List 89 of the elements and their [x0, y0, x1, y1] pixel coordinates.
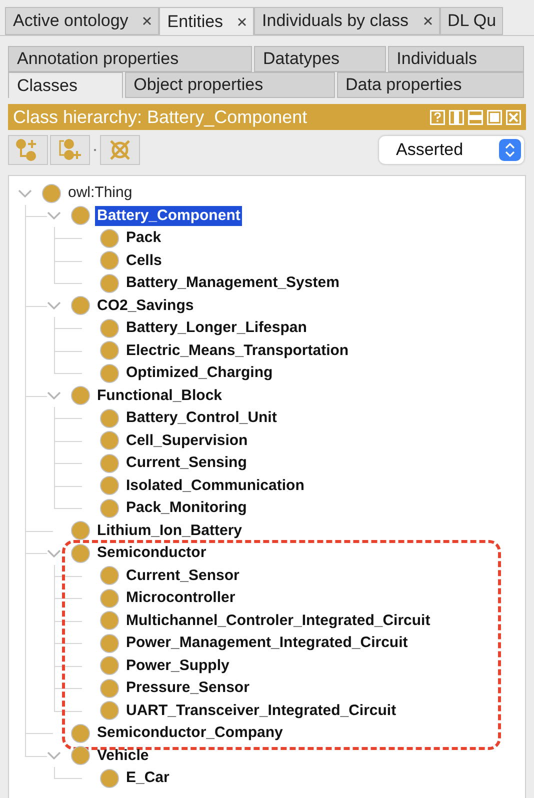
class-label[interactable]: Power_Supply: [124, 656, 232, 676]
entity-tab[interactable]: Object properties: [124, 72, 335, 98]
class-icon: [100, 768, 119, 788]
class-icon: [100, 408, 119, 428]
entity-tab[interactable]: Annotation properties: [8, 46, 252, 72]
class-icon: [100, 251, 119, 270]
class-label[interactable]: Microcontroller: [124, 588, 238, 608]
class-label[interactable]: Semiconductor_Company: [95, 723, 285, 744]
class-icon: [100, 228, 119, 248]
class-label[interactable]: CO2_Savings: [95, 296, 196, 316]
chevron-icon[interactable]: [18, 188, 32, 198]
class-icon: [71, 724, 90, 743]
add-sibling-button[interactable]: [50, 135, 90, 165]
class-icon: [71, 544, 90, 563]
class-label[interactable]: Cell_Supervision: [124, 430, 250, 451]
entity-tab[interactable]: Data properties: [336, 72, 524, 98]
class-label[interactable]: Functional_Block: [95, 386, 224, 406]
class-icon: [100, 656, 119, 676]
class-label[interactable]: Battery_Component: [95, 206, 242, 226]
split-horizontal-icon[interactable]: [468, 110, 483, 124]
class-label[interactable]: Battery_Management_System: [124, 273, 342, 294]
class-label[interactable]: Pressure_Sensor: [124, 678, 252, 698]
class-label[interactable]: Lithium_Ion_Battery: [95, 520, 244, 541]
class-label[interactable]: Isolated_Communication: [124, 476, 306, 496]
chevron-icon[interactable]: [47, 548, 61, 558]
close-icon[interactable]: [142, 16, 152, 26]
class-icon: [71, 206, 90, 226]
class-icon: [100, 678, 119, 698]
workspace-tab[interactable]: DL Qu: [440, 7, 504, 35]
add-sibling-icon: [57, 138, 83, 162]
delete-icon: [108, 138, 132, 162]
class-icon: [71, 746, 90, 766]
mode-dropdown[interactable]: Asserted: [379, 136, 524, 164]
tab-label: Active ontology: [13, 10, 128, 32]
tab-label: DL Qu: [448, 10, 496, 32]
help-icon[interactable]: [430, 110, 445, 124]
add-subclass-button[interactable]: [8, 135, 48, 165]
view-title: Class hierarchy: Battery_Component: [13, 106, 308, 129]
class-icon: [71, 386, 90, 406]
chevron-icon[interactable]: [47, 301, 61, 310]
class-label[interactable]: Pack: [124, 228, 164, 248]
entity-tab[interactable]: Individuals: [388, 46, 524, 72]
delete-button[interactable]: [100, 135, 140, 165]
class-label[interactable]: Electric_Means_Transportation: [124, 340, 351, 361]
class-icon: [100, 274, 119, 293]
close-icon[interactable]: [422, 16, 433, 26]
class-label[interactable]: Multichannel_Controler_Integrated_Circuit: [124, 610, 432, 631]
workspace-tab[interactable]: Individuals by class: [254, 7, 440, 35]
chevron-icon[interactable]: [47, 211, 61, 220]
class-icon: [100, 611, 119, 630]
class-icon: [100, 701, 119, 720]
stepper-icon: [499, 139, 521, 161]
class-icon: [100, 364, 119, 383]
class-icon: [100, 476, 119, 496]
class-label[interactable]: Battery_Longer_Lifespan: [124, 318, 309, 338]
close-icon[interactable]: [237, 16, 248, 26]
chevron-icon[interactable]: [47, 391, 61, 400]
class-icon: [100, 454, 119, 473]
class-icon: [71, 296, 90, 316]
entity-tab[interactable]: Datatypes: [254, 46, 386, 72]
class-label[interactable]: Optimized_Charging: [124, 363, 275, 384]
class-icon: [100, 341, 119, 360]
entity-tab[interactable]: Classes: [8, 72, 123, 98]
chevron-icon[interactable]: [47, 751, 61, 760]
workspace-tab[interactable]: Active ontology: [5, 7, 160, 35]
class-icon: [100, 634, 119, 653]
class-label[interactable]: Semiconductor: [95, 543, 208, 564]
workspace-tab[interactable]: Entities: [159, 7, 254, 35]
class-label[interactable]: Current_Sensing: [124, 453, 249, 474]
class-label[interactable]: UART_Transceiver_Integrated_Circuit: [124, 700, 398, 721]
class-label[interactable]: Vehicle: [95, 746, 151, 766]
class-icon: [100, 431, 119, 450]
maximize-icon[interactable]: [487, 110, 502, 124]
class-icon: [71, 521, 90, 540]
class-icon: [100, 318, 119, 338]
class-label[interactable]: E_Car: [124, 768, 172, 788]
class-icon: [100, 566, 119, 586]
class-label[interactable]: owl:Thing: [66, 183, 134, 204]
split-icon[interactable]: [449, 110, 464, 124]
tab-label: Individuals by class: [262, 10, 409, 32]
class-icon: [100, 498, 119, 518]
tab-label: Entities: [167, 10, 224, 33]
class-icon: [100, 588, 119, 608]
class-label[interactable]: Pack_Monitoring: [124, 498, 249, 518]
class-icon: [42, 184, 61, 203]
class-label[interactable]: Current_Sensor: [124, 566, 242, 586]
class-label[interactable]: Battery_Control_Unit: [124, 408, 279, 428]
class-label[interactable]: Cells: [124, 250, 164, 271]
class-label[interactable]: Power_Management_Integrated_Circuit: [124, 633, 410, 654]
